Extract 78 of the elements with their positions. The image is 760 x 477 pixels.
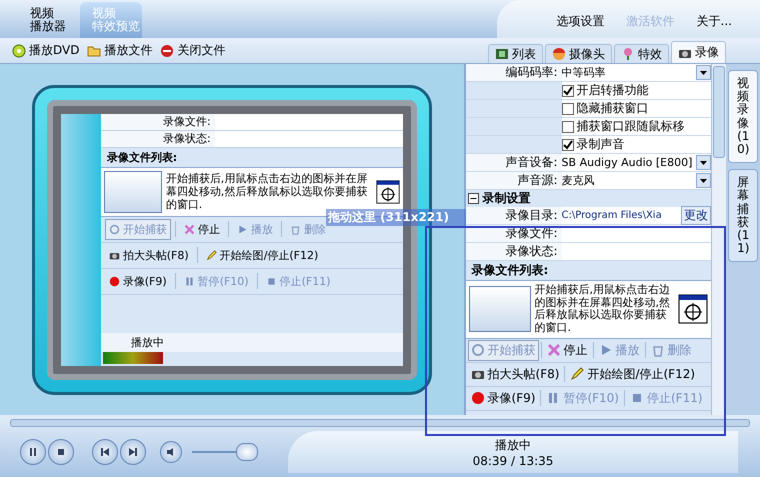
side-tab[interactable]: 视频录像(10) xyxy=(728,70,758,164)
stop-icon xyxy=(56,447,66,457)
play-icon xyxy=(236,224,248,234)
screenshot-thumbnail xyxy=(468,286,531,332)
field-label: 录像状态: xyxy=(100,130,215,146)
stop-icon xyxy=(266,276,277,286)
menu-item[interactable]: 关于... xyxy=(696,13,732,30)
status-text: 播放中 xyxy=(130,336,164,348)
pencil-icon xyxy=(570,367,584,382)
folder-icon xyxy=(87,44,102,58)
hint-text: 开始捕获后,用鼠标点击右边的图标并在屏幕四处移动,然后释放鼠标以选取你要捕获的窗口. xyxy=(166,172,368,212)
action-button[interactable]: 停止 xyxy=(544,340,591,361)
hint-text: 开始捕获后,用鼠标点击右边的图标并在屏幕四处移动,然后释放鼠标以选取你要捕获的窗口. xyxy=(534,284,672,335)
screenshot-thumbnail xyxy=(104,170,162,212)
scroll-thumb[interactable] xyxy=(713,66,726,158)
film-icon xyxy=(495,47,509,61)
scrollbar[interactable] xyxy=(711,64,726,415)
next-button[interactable] xyxy=(120,439,146,465)
panel-tab[interactable]: 录像 xyxy=(671,41,726,63)
status-text: 播放中 xyxy=(495,436,531,454)
panel-tab[interactable]: 摄像头 xyxy=(545,44,612,63)
dropdown[interactable]: 中等码率 xyxy=(562,65,712,80)
checkmark-icon xyxy=(562,86,573,96)
menu-item[interactable]: 选项设置 xyxy=(556,13,605,30)
pause-icon xyxy=(28,447,38,457)
side-tab[interactable]: 屏幕捕获(11) xyxy=(728,169,758,262)
flower-icon xyxy=(621,47,635,61)
volume-button[interactable] xyxy=(160,441,182,463)
pause-icon xyxy=(184,276,195,286)
record-icon xyxy=(470,391,485,406)
previous-icon xyxy=(100,447,110,457)
panel-tab[interactable]: 列表 xyxy=(488,44,543,63)
next-icon xyxy=(128,447,138,457)
setting-label: 声音设备: xyxy=(506,155,558,169)
action-button[interactable]: 开始绘图/停止(F12) xyxy=(567,364,698,385)
action-button[interactable]: 拍大头帖(F8) xyxy=(104,244,193,266)
folder-path: C:\Program Files\Xia xyxy=(562,210,663,221)
previous-button[interactable] xyxy=(92,439,118,465)
dropdown[interactable]: 麦克风 xyxy=(562,173,712,188)
action-button[interactable]: 录像(F9) xyxy=(468,388,538,409)
setting-label: 录像目录: xyxy=(506,208,558,222)
trash-icon xyxy=(290,224,301,234)
main-tab[interactable]: 视频 播放器 xyxy=(18,2,80,38)
panel-tab[interactable]: 特效 xyxy=(614,44,669,63)
action-button[interactable]: 录像(F9) xyxy=(104,270,171,292)
section-heading: 录制设置 xyxy=(482,190,531,207)
cross-icon xyxy=(184,224,195,234)
field-label: 录像文件: xyxy=(100,114,215,130)
pause-button[interactable] xyxy=(20,439,46,465)
toolbar-button[interactable]: 播放DVD xyxy=(12,42,80,59)
checkmark-icon xyxy=(562,140,573,150)
record-icon xyxy=(108,276,120,286)
action-button[interactable]: 开始绘图/停止(F12) xyxy=(202,244,322,266)
crosshair-icon[interactable] xyxy=(376,180,400,204)
speaker-icon xyxy=(166,447,176,457)
disc-icon xyxy=(12,44,26,58)
pencil-icon xyxy=(206,250,217,260)
setting-label: 编码码率: xyxy=(506,65,558,79)
no-entry-icon xyxy=(160,44,174,58)
level-meter-drawing xyxy=(102,352,163,364)
list-heading: 录像文件列表: xyxy=(106,150,178,166)
action-button[interactable]: 停止 xyxy=(180,218,224,240)
cross-icon xyxy=(546,343,561,358)
face-icon xyxy=(552,47,566,61)
change-button[interactable]: 更改 xyxy=(681,206,712,225)
crosshair-icon[interactable] xyxy=(678,294,708,324)
list-heading: 录像文件列表: xyxy=(470,262,550,279)
toolbar-button[interactable]: 关闭文件 xyxy=(160,42,226,59)
stop-button[interactable] xyxy=(48,439,74,465)
collapse-toggle[interactable] xyxy=(468,193,479,204)
toolbar-button[interactable]: 播放文件 xyxy=(87,42,152,59)
capture-icon xyxy=(470,343,485,358)
setting-label: 声音源: xyxy=(518,173,558,187)
dropdown[interactable]: SB Audigy Audio [E800] xyxy=(562,155,712,170)
action-button[interactable]: 拍大头帖(F8) xyxy=(468,364,562,385)
capture-icon xyxy=(108,224,120,234)
time-display: 08:39 / 13:35 xyxy=(472,454,554,468)
setting-label: 录像状态: xyxy=(506,244,558,258)
